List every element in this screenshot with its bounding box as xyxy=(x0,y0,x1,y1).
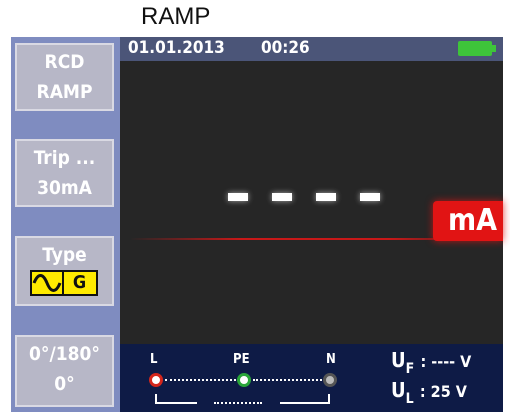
ac-sine-wave-icon xyxy=(29,270,64,296)
probe-bracket xyxy=(280,394,330,404)
terminal-n-icon xyxy=(323,373,337,387)
value-dash xyxy=(360,193,380,201)
connection-line xyxy=(165,379,236,383)
mode-line2: RAMP xyxy=(36,81,93,103)
terminal-label-pe: PE xyxy=(233,352,250,367)
value-dash xyxy=(228,193,248,201)
unit-badge: mA xyxy=(433,201,503,241)
type-label: Type xyxy=(42,244,87,266)
date-display: 01.01.2013 xyxy=(128,38,225,58)
mode-line1: RCD xyxy=(44,51,85,73)
connection-line xyxy=(253,379,322,383)
ul-symbol: U xyxy=(391,378,406,402)
type-letter: G xyxy=(61,270,98,296)
value-dash xyxy=(272,193,292,201)
trip-line2: 30mA xyxy=(37,177,92,199)
trip-line1: Trip ... xyxy=(33,147,96,169)
ul-subscript: L xyxy=(405,391,414,407)
time-display: 00:26 xyxy=(261,38,310,58)
fault-voltage-readout: UF : ---- V xyxy=(391,348,472,377)
sidebar: RCD RAMP Trip ... 30mA Type G 0°/180° 0° xyxy=(11,37,120,412)
value-dash xyxy=(316,193,336,201)
terminal-l-icon xyxy=(149,373,163,387)
instrument-screen: RCD RAMP Trip ... 30mA Type G 0°/180° 0°… xyxy=(11,37,503,412)
terminal-label-n: N xyxy=(326,352,336,367)
probe-bracket xyxy=(214,394,262,404)
uf-subscript: F xyxy=(405,361,415,377)
rcd-type-button[interactable]: Type G xyxy=(15,236,114,306)
phase-line2: 0° xyxy=(54,373,75,395)
screen-caption: RAMP xyxy=(141,3,211,30)
measurement-value-placeholder xyxy=(228,193,404,201)
phase-angle-button[interactable]: 0°/180° 0° xyxy=(15,335,114,407)
battery-full-icon xyxy=(458,41,496,56)
limit-voltage-readout: UL : 25 V xyxy=(391,378,467,407)
probe-bracket xyxy=(155,394,197,404)
uf-symbol: U xyxy=(391,348,406,372)
trip-current-button[interactable]: Trip ... 30mA xyxy=(15,139,114,207)
status-bar: 01.01.2013 00:26 xyxy=(120,37,503,61)
terminal-pe-icon xyxy=(237,373,251,387)
measurement-display: mA xyxy=(120,61,503,344)
mode-button[interactable]: RCD RAMP xyxy=(15,43,114,111)
terminal-label-l: L xyxy=(150,352,158,367)
ul-value: : 25 V xyxy=(419,382,467,401)
phase-line1: 0°/180° xyxy=(29,343,100,365)
terminal-status-bar: L PE N UF : ---- V UL : 25 V xyxy=(120,344,503,412)
type-indicator: G xyxy=(29,270,100,296)
uf-value: : ---- V xyxy=(420,352,472,371)
